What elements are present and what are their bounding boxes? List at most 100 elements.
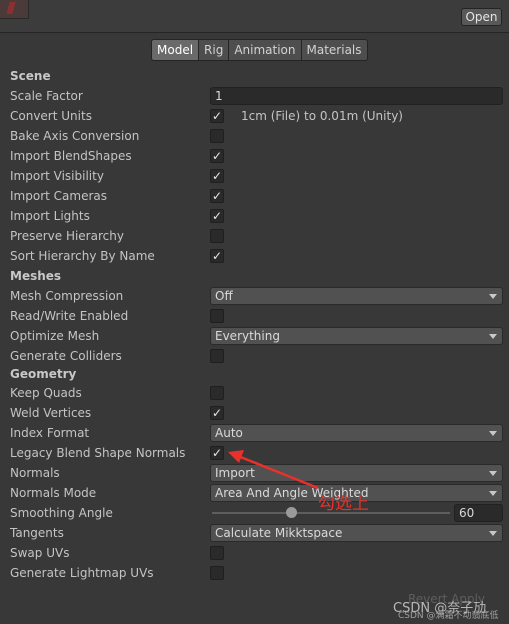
- optimize-mesh-row: Optimize Mesh Everything: [0, 326, 509, 346]
- sort-hierarchy-checkbox[interactable]: ✓: [210, 249, 224, 263]
- tangents-row: Tangents Calculate Mikktspace: [0, 523, 509, 543]
- import-cameras-checkbox[interactable]: ✓: [210, 189, 224, 203]
- chevron-down-icon: [489, 471, 497, 476]
- convert-units-note: 1cm (File) to 0.01m (Unity): [241, 109, 403, 123]
- tab-model[interactable]: Model: [151, 39, 200, 61]
- field-label: Normals: [10, 466, 60, 480]
- field-label: Import Visibility: [10, 169, 104, 183]
- field-label: Convert Units: [10, 109, 92, 123]
- read-write-row: Read/Write Enabled: [0, 306, 509, 326]
- dropdown-value: Import: [215, 466, 255, 480]
- import-cameras-row: Import Cameras ✓: [0, 186, 509, 206]
- scale-factor-input[interactable]: 1: [210, 87, 503, 105]
- field-label: Weld Vertices: [10, 406, 92, 420]
- keep-quads-row: Keep Quads: [0, 383, 509, 403]
- sort-hierarchy-row: Sort Hierarchy By Name ✓: [0, 246, 509, 266]
- scene-section-header: Scene: [0, 66, 509, 86]
- field-label: Read/Write Enabled: [10, 309, 129, 323]
- generate-lightmap-uvs-row: Generate Lightmap UVs: [0, 563, 509, 583]
- open-button[interactable]: Open: [461, 8, 502, 26]
- bake-axis-conversion-row: Bake Axis Conversion: [0, 126, 509, 146]
- field-label: Normals Mode: [10, 486, 97, 500]
- chevron-down-icon: [489, 334, 497, 339]
- watermark-sub: CSDN @满霜不动翡底低: [398, 611, 499, 621]
- import-lights-checkbox[interactable]: ✓: [210, 209, 224, 223]
- import-visibility-checkbox[interactable]: ✓: [210, 169, 224, 183]
- smoothing-angle-row: Smoothing Angle 60: [0, 503, 509, 523]
- asset-thumbnail: [0, 0, 29, 19]
- import-blendshapes-checkbox[interactable]: ✓: [210, 149, 224, 163]
- mesh-compression-dropdown[interactable]: Off: [210, 287, 503, 305]
- dropdown-value: Auto: [215, 426, 243, 440]
- field-label: Import Lights: [10, 209, 90, 223]
- chevron-down-icon: [489, 531, 497, 536]
- field-label: Smoothing Angle: [10, 506, 113, 520]
- index-format-row: Index Format Auto: [0, 423, 509, 443]
- field-label: Import Cameras: [10, 189, 107, 203]
- field-label: Keep Quads: [10, 386, 82, 400]
- field-label: Index Format: [10, 426, 90, 440]
- field-label: Mesh Compression: [10, 289, 124, 303]
- input-value: 1: [215, 89, 223, 103]
- legacy-blend-shape-normals-checkbox[interactable]: ✓: [210, 446, 224, 460]
- import-visibility-row: Import Visibility ✓: [0, 166, 509, 186]
- read-write-checkbox[interactable]: [210, 309, 224, 323]
- field-label: Scale Factor: [10, 89, 83, 103]
- normals-row: Normals Import: [0, 463, 509, 483]
- slider-handle[interactable]: [285, 507, 297, 518]
- meshes-section-header: Meshes: [0, 266, 509, 286]
- preserve-hierarchy-row: Preserve Hierarchy: [0, 226, 509, 246]
- field-label: Swap UVs: [10, 546, 70, 560]
- generate-lightmap-uvs-checkbox[interactable]: [210, 566, 224, 580]
- legacy-blend-shape-normals-row: Legacy Blend Shape Normals ✓: [0, 443, 509, 463]
- import-blendshapes-row: Import BlendShapes ✓: [0, 146, 509, 166]
- smoothing-angle-input[interactable]: 60: [454, 504, 503, 522]
- field-label: Legacy Blend Shape Normals: [10, 446, 186, 460]
- inspector-header: Open: [0, 0, 509, 32]
- convert-units-checkbox[interactable]: ✓: [210, 109, 224, 123]
- generate-colliders-row: Generate Colliders: [0, 346, 509, 366]
- field-label: Import BlendShapes: [10, 149, 132, 163]
- dropdown-value: Off: [215, 289, 233, 303]
- preserve-hierarchy-checkbox[interactable]: [210, 229, 224, 243]
- annotation-label: 勾选上: [318, 494, 369, 514]
- index-format-dropdown[interactable]: Auto: [210, 424, 503, 442]
- dropdown-value: Everything: [215, 329, 280, 343]
- chevron-down-icon: [489, 491, 497, 496]
- weld-vertices-checkbox[interactable]: ✓: [210, 406, 224, 420]
- tab-rig[interactable]: Rig: [199, 39, 230, 61]
- tab-materials[interactable]: Materials: [301, 39, 368, 61]
- section-title: Geometry: [10, 367, 77, 381]
- section-title: Scene: [10, 69, 51, 83]
- geometry-section-header: Geometry: [0, 364, 509, 384]
- field-label: Bake Axis Conversion: [10, 129, 140, 143]
- keep-quads-checkbox[interactable]: [210, 386, 224, 400]
- field-label: Generate Colliders: [10, 349, 122, 363]
- weld-vertices-row: Weld Vertices ✓: [0, 403, 509, 423]
- chevron-down-icon: [489, 431, 497, 436]
- importer-tabs: Model Rig Animation Materials: [151, 39, 368, 61]
- bake-axis-conversion-checkbox[interactable]: [210, 129, 224, 143]
- scale-factor-row: Scale Factor 1: [0, 86, 509, 106]
- field-label: Generate Lightmap UVs: [10, 566, 154, 580]
- convert-units-row: Convert Units ✓ 1cm (File) to 0.01m (Uni…: [0, 106, 509, 126]
- import-lights-row: Import Lights ✓: [0, 206, 509, 226]
- field-label: Tangents: [10, 526, 64, 540]
- input-value: 60: [459, 506, 475, 520]
- section-title: Meshes: [10, 269, 62, 283]
- normals-mode-row: Normals Mode Area And Angle Weighted: [0, 483, 509, 503]
- swap-uvs-checkbox[interactable]: [210, 546, 224, 560]
- generate-colliders-checkbox[interactable]: [210, 349, 224, 363]
- mesh-compression-row: Mesh Compression Off: [0, 286, 509, 306]
- field-label: Optimize Mesh: [10, 329, 100, 343]
- optimize-mesh-dropdown[interactable]: Everything: [210, 327, 503, 345]
- dropdown-value: Calculate Mikktspace: [215, 526, 343, 540]
- field-label: Sort Hierarchy By Name: [10, 249, 155, 263]
- tab-animation[interactable]: Animation: [229, 39, 302, 61]
- normals-dropdown[interactable]: Import: [210, 464, 503, 482]
- swap-uvs-row: Swap UVs: [0, 543, 509, 563]
- chevron-down-icon: [489, 294, 497, 299]
- tangents-dropdown[interactable]: Calculate Mikktspace: [210, 524, 503, 542]
- field-label: Preserve Hierarchy: [10, 229, 124, 243]
- asset-preview-icon: [6, 2, 16, 14]
